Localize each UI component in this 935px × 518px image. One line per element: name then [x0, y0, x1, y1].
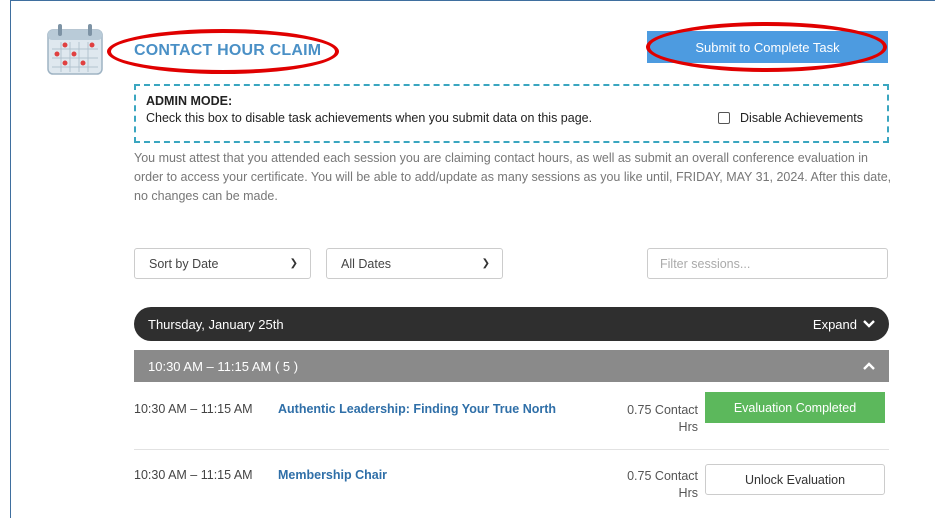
annotation-circle-submit: [646, 22, 887, 72]
day-group-header[interactable]: Thursday, January 25th Expand: [134, 307, 889, 341]
session-title-link[interactable]: Authentic Leadership: Finding Your True …: [278, 402, 556, 416]
instructions-text: You must attest that you attended each s…: [134, 151, 892, 203]
expand-toggle[interactable]: Expand: [813, 317, 875, 332]
date-select-value: All Dates: [341, 256, 392, 271]
session-title-link[interactable]: Membership Chair: [278, 468, 387, 482]
contact-hours-value: 0.75 Contact: [627, 469, 698, 483]
session-contact-hours: 0.75 Contact Hrs: [618, 468, 698, 502]
expand-label: Expand: [812, 316, 857, 332]
session-row: 10:30 AM – 11:15 AM Authentic Leadership…: [134, 392, 889, 450]
chevron-down-icon: [863, 320, 875, 328]
disable-achievements-label[interactable]: Disable Achievements: [740, 111, 863, 125]
contact-hours-unit: Hrs: [678, 486, 698, 500]
time-slot-label: 10:30 AM – 11:15 AM ( 5 ): [148, 358, 299, 374]
sort-select-value: Sort by Date: [149, 256, 219, 271]
date-select[interactable]: All Dates ❯: [326, 248, 503, 279]
evaluation-completed-button[interactable]: Evaluation Completed: [705, 392, 885, 423]
calendar-icon: [47, 24, 103, 75]
admin-mode-instruction: Check this box to disable task achieveme…: [146, 111, 593, 125]
session-time: 10:30 AM – 11:15 AM: [134, 402, 253, 416]
time-slot-header[interactable]: 10:30 AM – 11:15 AM ( 5 ): [134, 350, 889, 382]
disable-achievements-checkbox[interactable]: [718, 112, 731, 124]
chevron-down-icon: ❯: [481, 258, 490, 269]
filter-sessions-input[interactable]: Filter sessions...: [647, 248, 888, 279]
unlock-evaluation-button[interactable]: Unlock Evaluation: [705, 464, 885, 495]
session-row: 10:30 AM – 11:15 AM Membership Chair 0.7…: [134, 458, 889, 516]
admin-mode-line: Check this box to disable task achieveme…: [146, 111, 877, 125]
annotation-circle-title: [107, 29, 339, 74]
contact-hours-value: 0.75 Contact: [627, 403, 698, 417]
admin-mode-title: ADMIN MODE:: [146, 94, 233, 108]
chevron-down-icon: ❯: [289, 258, 298, 269]
disable-achievements-control[interactable]: Disable Achievements: [718, 111, 863, 125]
sort-select[interactable]: Sort by Date ❯: [134, 248, 311, 279]
chevron-up-icon[interactable]: [863, 362, 875, 370]
day-group-label: Thursday, January 25th: [148, 316, 284, 332]
session-time: 10:30 AM – 11:15 AM: [134, 468, 253, 482]
contact-hours-unit: Hrs: [678, 420, 698, 434]
admin-mode-box: ADMIN MODE: Check this box to disable ta…: [134, 84, 889, 143]
session-contact-hours: 0.75 Contact Hrs: [618, 402, 698, 436]
